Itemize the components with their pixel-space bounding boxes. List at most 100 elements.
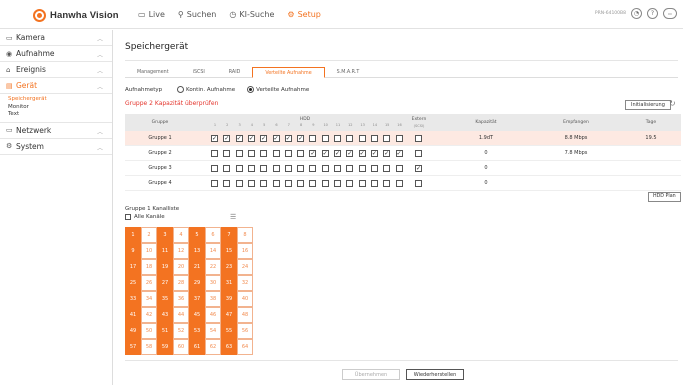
hdd-checkbox-checked[interactable]: ✓ bbox=[346, 150, 354, 157]
channel-cell[interactable]: 16 bbox=[237, 243, 253, 259]
hdd-checkbox[interactable] bbox=[223, 165, 231, 172]
channel-cell[interactable]: 24 bbox=[237, 259, 253, 275]
hdd-checkbox[interactable] bbox=[272, 150, 280, 157]
channel-cell[interactable]: 64 bbox=[237, 339, 253, 355]
hdd-checkbox[interactable] bbox=[383, 180, 391, 187]
channel-cell[interactable]: 29 bbox=[189, 275, 205, 291]
tab-management[interactable]: Management bbox=[125, 67, 181, 78]
hdd-checkbox[interactable] bbox=[346, 180, 354, 187]
sidebar-subitem[interactable]: Speichergerät bbox=[0, 96, 112, 104]
channel-cell[interactable]: 11 bbox=[157, 243, 173, 259]
logo[interactable]: Hanwha Vision bbox=[33, 8, 119, 22]
chevron-up-icon[interactable]: ︿ bbox=[97, 143, 103, 152]
channel-cell[interactable]: 38 bbox=[205, 291, 221, 307]
channel-cell[interactable]: 12 bbox=[173, 243, 189, 259]
hdd-checkbox[interactable] bbox=[370, 165, 378, 172]
channel-cell[interactable]: 62 bbox=[205, 339, 221, 355]
extern-checkbox[interactable] bbox=[415, 180, 422, 187]
channel-cell[interactable]: 39 bbox=[221, 291, 237, 307]
initialize-button[interactable]: Initialisierung bbox=[625, 100, 671, 110]
chevron-up-icon[interactable]: ︿ bbox=[97, 66, 103, 75]
hdd-checkbox[interactable] bbox=[346, 135, 354, 142]
hdd-checkbox[interactable] bbox=[297, 180, 305, 187]
channel-cell[interactable]: 59 bbox=[157, 339, 173, 355]
hdd-checkbox[interactable] bbox=[297, 165, 305, 172]
hdd-checkbox[interactable] bbox=[358, 180, 366, 187]
channel-cell[interactable]: 13 bbox=[189, 243, 205, 259]
radio-continuous[interactable]: Kontin. Aufnahme bbox=[177, 86, 235, 93]
channel-cell[interactable]: 28 bbox=[173, 275, 189, 291]
channel-cell[interactable]: 27 bbox=[157, 275, 173, 291]
hdd-checkbox[interactable] bbox=[223, 180, 231, 187]
chevron-up-icon[interactable]: ︿ bbox=[97, 50, 103, 59]
tab-iscsi[interactable]: iSCSI bbox=[181, 67, 217, 78]
hdd-checkbox[interactable] bbox=[235, 150, 243, 157]
hdd-checkbox[interactable] bbox=[358, 165, 366, 172]
channel-cell[interactable]: 34 bbox=[141, 291, 157, 307]
channel-cell[interactable]: 3 bbox=[157, 227, 173, 243]
hdd-checkbox[interactable] bbox=[272, 180, 280, 187]
tab-verteilte-aufnahme[interactable]: Verteilte Aufnahme bbox=[252, 67, 325, 78]
hdd-checkbox[interactable] bbox=[284, 180, 292, 187]
hdd-checkbox[interactable] bbox=[334, 165, 341, 172]
all-channels-checkbox[interactable]: Alle Kanäle bbox=[125, 214, 165, 220]
channel-cell[interactable]: 53 bbox=[189, 323, 205, 339]
radio-distributed[interactable]: Verteilte Aufnahme bbox=[247, 86, 309, 93]
chevron-up-icon[interactable]: ︿ bbox=[97, 127, 103, 136]
hdd-checkbox[interactable] bbox=[395, 180, 403, 187]
hdd-checkbox[interactable] bbox=[284, 165, 292, 172]
tab-raid[interactable]: RAID bbox=[217, 67, 253, 78]
hdd-checkbox[interactable] bbox=[223, 150, 231, 157]
hdd-checkbox[interactable] bbox=[235, 180, 243, 187]
hdd-checkbox[interactable] bbox=[247, 150, 255, 157]
channel-cell[interactable]: 35 bbox=[157, 291, 173, 307]
channel-cell[interactable]: 5 bbox=[189, 227, 205, 243]
sidebar-subitem[interactable]: Monitor bbox=[0, 104, 112, 112]
channel-cell[interactable]: 63 bbox=[221, 339, 237, 355]
nav-item-setup[interactable]: ⚙ Setup bbox=[287, 10, 320, 19]
extern-checkbox[interactable] bbox=[415, 135, 422, 142]
radio-button[interactable] bbox=[177, 86, 184, 93]
hdd-checkbox[interactable] bbox=[395, 135, 403, 142]
channel-cell[interactable]: 61 bbox=[189, 339, 205, 355]
channel-cell[interactable]: 49 bbox=[125, 323, 141, 339]
channel-cell[interactable]: 50 bbox=[141, 323, 157, 339]
hdd-checkbox[interactable] bbox=[358, 135, 366, 142]
channel-cell[interactable]: 26 bbox=[141, 275, 157, 291]
hdd-checkbox[interactable] bbox=[247, 180, 255, 187]
hdd-checkbox-checked[interactable]: ✓ bbox=[370, 150, 378, 157]
nav-item-live[interactable]: ▭ Live bbox=[138, 10, 165, 19]
hdd-checkbox[interactable] bbox=[321, 180, 329, 187]
channel-cell[interactable]: 42 bbox=[141, 307, 157, 323]
hdd-checkbox[interactable] bbox=[235, 165, 243, 172]
channel-cell[interactable]: 17 bbox=[125, 259, 141, 275]
channel-cell[interactable]: 18 bbox=[141, 259, 157, 275]
channel-cell[interactable]: 43 bbox=[157, 307, 173, 323]
channel-cell[interactable]: 32 bbox=[237, 275, 253, 291]
sidebar-subitem[interactable]: Text bbox=[0, 111, 112, 119]
hdd-checkbox-checked[interactable]: ✓ bbox=[309, 150, 317, 157]
hdd-checkbox[interactable] bbox=[346, 165, 354, 172]
table-row[interactable]: Gruppe 3 ✓ 0 bbox=[125, 161, 681, 176]
hdd-checkbox-checked[interactable]: ✓ bbox=[260, 135, 268, 142]
hdd-checkbox[interactable] bbox=[260, 150, 268, 157]
hdd-checkbox[interactable] bbox=[284, 150, 292, 157]
hdd-checkbox-checked[interactable]: ✓ bbox=[395, 150, 403, 157]
channel-cell[interactable]: 1 bbox=[125, 227, 141, 243]
channel-cell[interactable]: 30 bbox=[205, 275, 221, 291]
nav-item-suchen[interactable]: ⚲ Suchen bbox=[178, 10, 216, 19]
channel-cell[interactable]: 4 bbox=[173, 227, 189, 243]
help-icon[interactable]: ? bbox=[647, 8, 658, 19]
hdd-checkbox-checked[interactable]: ✓ bbox=[284, 135, 292, 142]
channel-cell[interactable]: 41 bbox=[125, 307, 141, 323]
hdd-checkbox[interactable] bbox=[211, 180, 218, 187]
hdd-checkbox[interactable] bbox=[297, 150, 305, 157]
nav-item-ki-suche[interactable]: ◷ KI-Suche bbox=[229, 10, 274, 19]
hdd-checkbox-checked[interactable]: ✓ bbox=[247, 135, 255, 142]
hdd-checkbox-checked[interactable]: ✓ bbox=[235, 135, 243, 142]
sidebar-item-system[interactable]: ⚙ System ︿ bbox=[0, 139, 112, 155]
channel-cell[interactable]: 31 bbox=[221, 275, 237, 291]
chevron-up-icon[interactable]: ︿ bbox=[97, 82, 103, 91]
channel-cell[interactable]: 6 bbox=[205, 227, 221, 243]
channel-cell[interactable]: 55 bbox=[221, 323, 237, 339]
